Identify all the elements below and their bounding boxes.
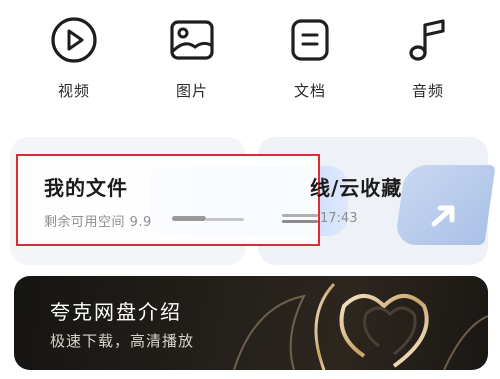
redacted-bar bbox=[206, 218, 244, 221]
category-audio[interactable]: 音频 bbox=[388, 14, 468, 104]
app-page: 视频 图片 文档 音频 我的文件 剩余可用空间 9.9 线/云收藏 17:43 … bbox=[0, 0, 500, 379]
banner-subtitle: 极速下载，高清播放 bbox=[50, 332, 195, 350]
category-video-label: 视频 bbox=[57, 82, 90, 100]
category-images-label: 图片 bbox=[175, 82, 208, 100]
music-note-icon bbox=[402, 14, 454, 66]
document-icon bbox=[284, 14, 336, 66]
category-video[interactable]: 视频 bbox=[34, 14, 114, 104]
image-icon bbox=[166, 14, 218, 66]
my-files-storage-text: 剩余可用空间 9.9 bbox=[44, 215, 152, 230]
favorites-time: 17:43 bbox=[320, 211, 358, 226]
intro-banner[interactable]: 夸克网盘介绍 极速下载，高清播放 bbox=[14, 276, 488, 370]
redacted-bar bbox=[172, 216, 206, 221]
redacted-bar bbox=[282, 214, 318, 217]
banner-title: 夸克网盘介绍 bbox=[50, 300, 182, 324]
category-documents-label: 文档 bbox=[293, 82, 326, 100]
video-play-icon bbox=[48, 14, 100, 66]
my-files-title: 我的文件 bbox=[44, 176, 128, 200]
favorites-title: 线/云收藏 bbox=[310, 176, 403, 200]
category-images[interactable]: 图片 bbox=[152, 14, 232, 104]
redacted-bar bbox=[282, 220, 318, 223]
arrow-icon bbox=[430, 200, 460, 230]
heart-artwork bbox=[233, 282, 488, 370]
category-audio-label: 音频 bbox=[411, 82, 444, 100]
category-documents[interactable]: 文档 bbox=[270, 14, 350, 104]
